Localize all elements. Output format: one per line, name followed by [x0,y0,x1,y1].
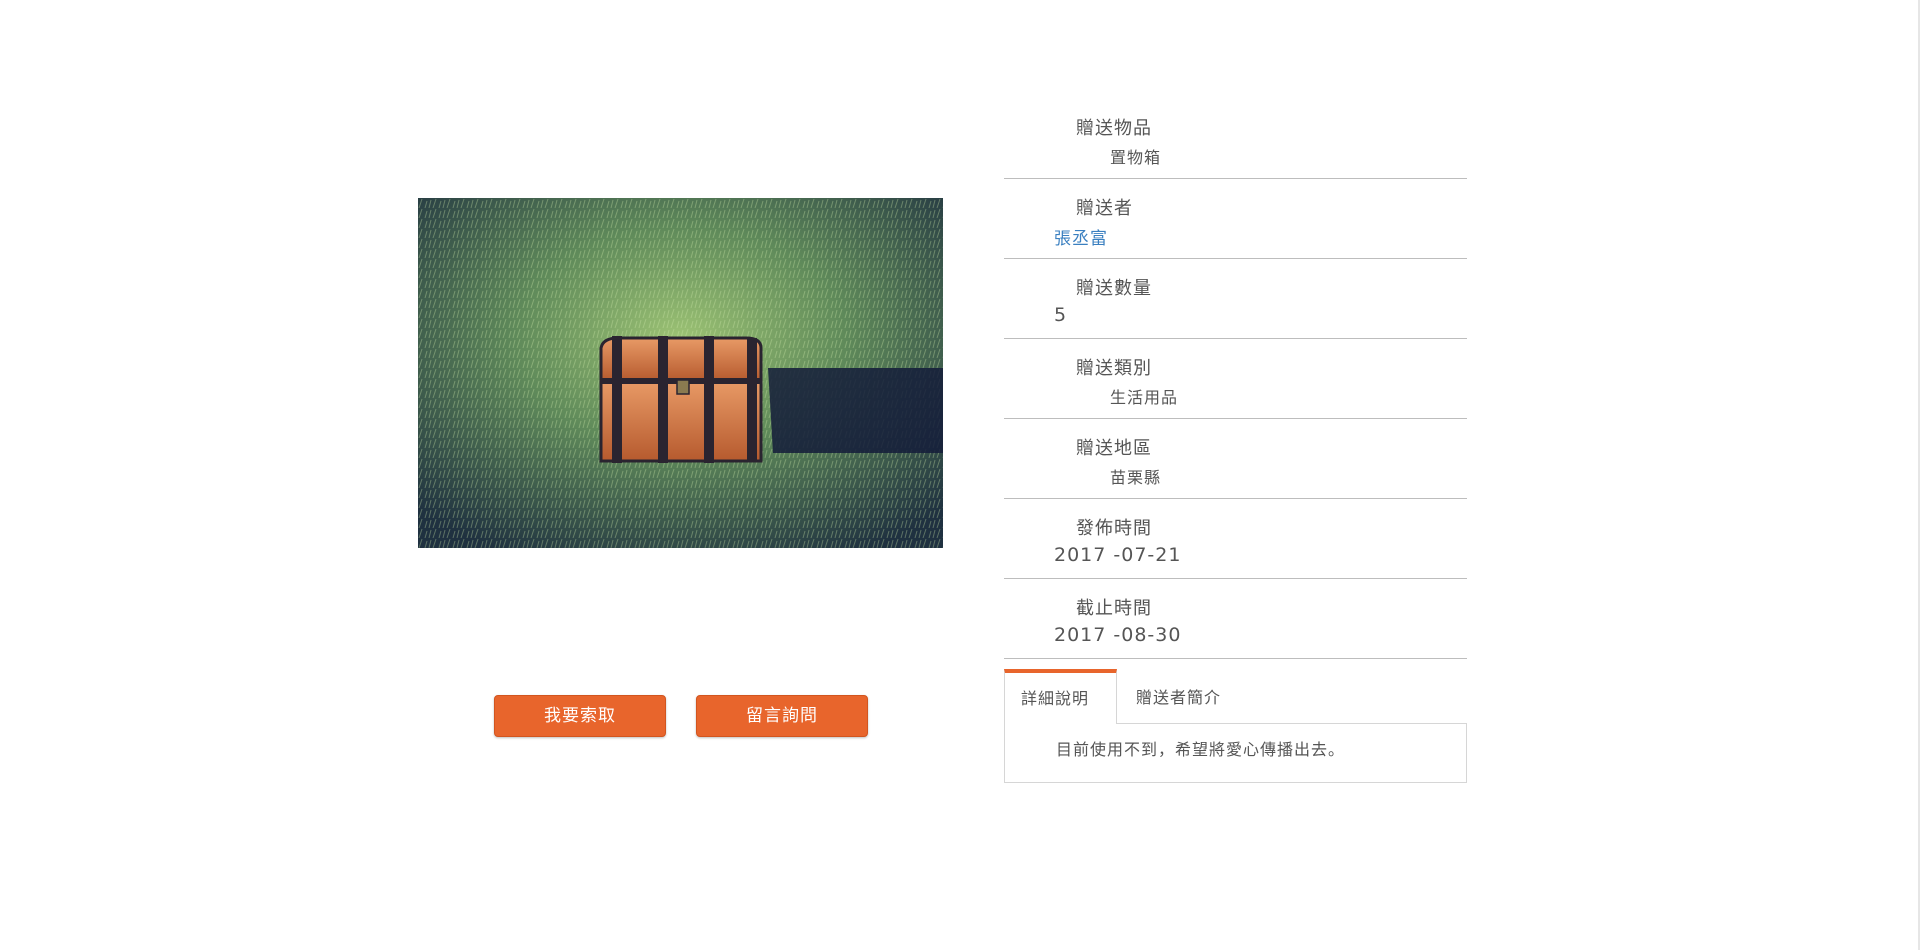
field-deadline-label: 截止時間 [1076,598,1152,619]
field-quantity: 贈送數量 5 [1004,260,1467,339]
tab-giver-profile[interactable]: 贈送者簡介 [1136,669,1276,724]
leave-message-button[interactable]: 留言詢問 [696,695,868,737]
tab-panel-description: 目前使用不到，希望將愛心傳播出去。 [1004,723,1467,783]
field-region: 贈送地區 苗栗縣 [1004,420,1467,499]
gift-detail-page: 我要索取 留言詢問 贈送物品 置物箱 贈送者 張丞富 贈送數量 5 贈送類別 生… [0,0,1920,950]
field-posted: 發佈時間 2017 -07-21 [1004,500,1467,579]
treasure-chest-image [418,198,943,548]
field-giver-label: 贈送者 [1076,198,1133,219]
info-tabs: 詳細說明 贈送者簡介 [1004,669,1467,724]
field-deadline-value: 2017 -08-30 [1054,624,1182,646]
field-item: 贈送物品 置物箱 [1004,100,1467,179]
description-text: 目前使用不到，希望將愛心傳播出去。 [1056,740,1346,759]
field-quantity-value: 5 [1054,304,1068,326]
field-deadline: 截止時間 2017 -08-30 [1004,580,1467,659]
field-category: 贈送類別 生活用品 [1004,340,1467,419]
field-region-value: 苗栗縣 [1110,468,1162,487]
field-item-label: 贈送物品 [1076,118,1152,139]
tab-detailed-description[interactable]: 詳細說明 [1004,669,1117,724]
giver-profile-link[interactable]: 張丞富 [1054,224,1108,249]
gift-details: 贈送物品 置物箱 贈送者 張丞富 贈送數量 5 贈送類別 生活用品 贈送地區 苗… [1004,100,1467,659]
field-posted-value: 2017 -07-21 [1054,544,1182,566]
field-item-value: 置物箱 [1110,148,1162,167]
item-photo [418,198,943,548]
field-category-label: 贈送類別 [1076,358,1152,379]
field-giver: 贈送者 張丞富 [1004,180,1467,259]
request-item-button[interactable]: 我要索取 [494,695,666,737]
field-category-value: 生活用品 [1110,388,1179,407]
field-region-label: 贈送地區 [1076,438,1152,459]
field-posted-label: 發佈時間 [1076,518,1152,539]
field-quantity-label: 贈送數量 [1076,278,1152,299]
